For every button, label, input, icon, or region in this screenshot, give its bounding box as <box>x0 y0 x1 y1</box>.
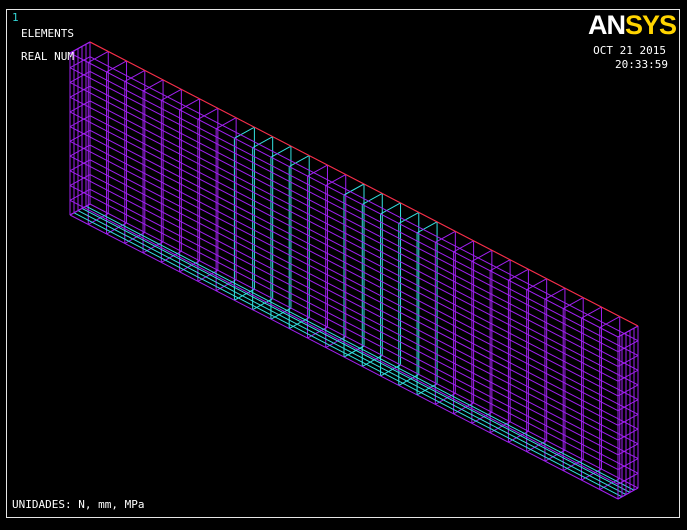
mesh-bottom-strip <box>81 207 631 493</box>
mesh-bottom-strip <box>77 210 627 496</box>
mesh-bottom-strip <box>73 212 623 498</box>
plot-type-label: ELEMENTS <box>21 27 74 40</box>
ansys-logo: ANSYS <box>588 10 677 40</box>
mesh-bottom-strip <box>85 205 635 491</box>
mesh-horizontal-back <box>89 115 639 401</box>
mesh-horizontal-back <box>89 129 639 415</box>
logo-sys: SYS <box>625 10 677 40</box>
mesh-end-horizontal <box>617 487 639 500</box>
mesh-horizontal-front <box>69 126 619 412</box>
logo-an: AN <box>588 10 626 40</box>
time-label: 20:33:59 <box>615 58 668 71</box>
date-label: OCT 21 2015 <box>593 44 666 57</box>
display-label: REAL NUM <box>21 50 74 63</box>
graphics-viewport[interactable]: 1 ELEMENTS REAL NUM ANSYS OCT 21 2015 20… <box>0 0 687 530</box>
finite-element-mesh <box>69 41 639 500</box>
units-label: UNIDADES: N, mm, MPa <box>12 498 145 511</box>
mesh-horizontal-front <box>69 140 619 426</box>
window-number: 1 <box>12 11 19 24</box>
